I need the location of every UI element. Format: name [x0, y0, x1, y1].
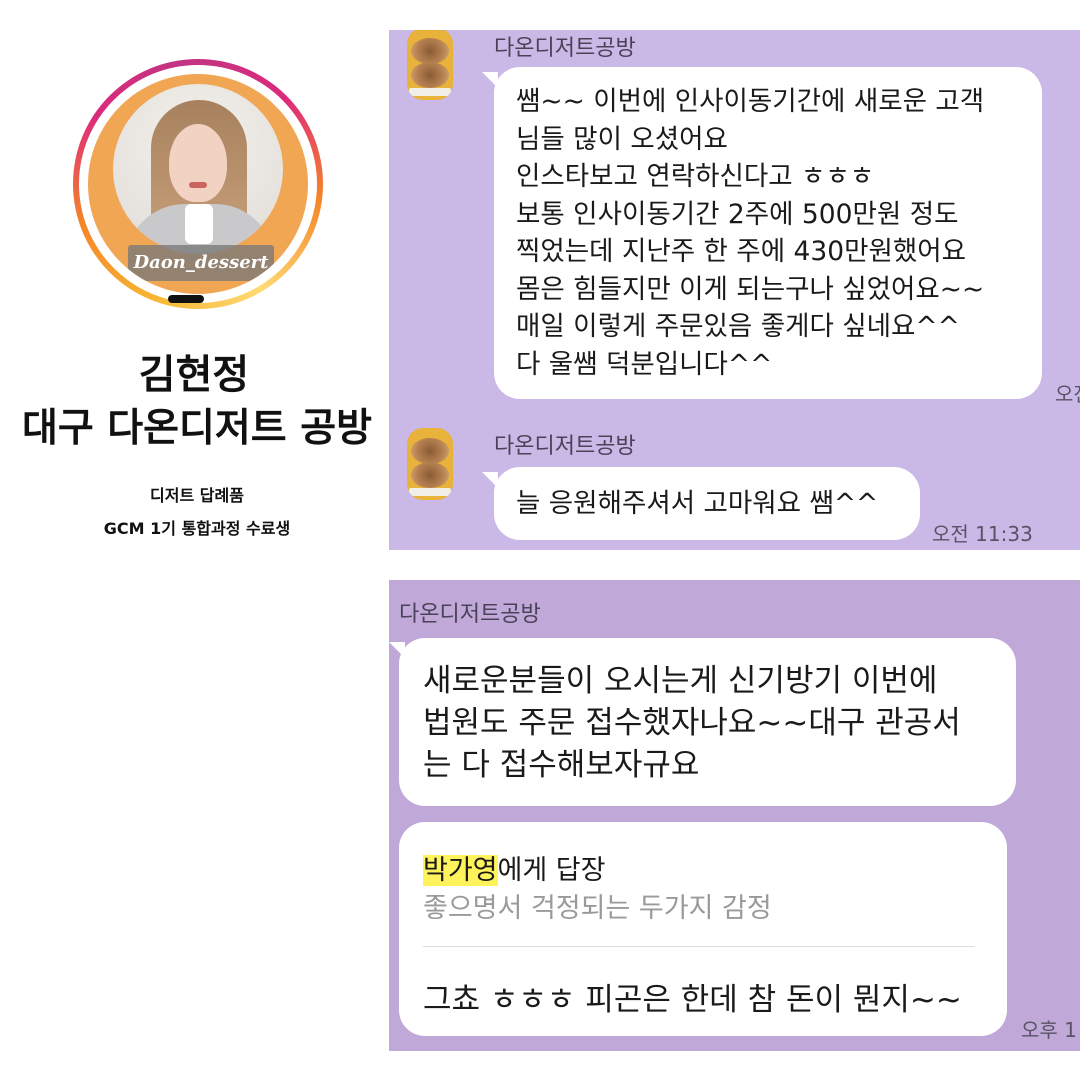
sender-avatar[interactable] — [407, 428, 453, 500]
message-bubble[interactable]: 늘 응원해주셔서 고마워요 쌤^^ — [494, 467, 920, 540]
reply-quoted-message[interactable]: 좋으명서 걱정되는 두가지 감정 — [423, 886, 772, 925]
reply-target-suffix: 에게 답장 — [497, 855, 606, 886]
profile-photo — [113, 84, 283, 254]
profile-avatar[interactable]: Daon_dessert — [88, 74, 308, 294]
chat-screenshot-1: 다온디저트공방 쌤~~ 이번에 인사이동기간에 새로운 고객 님들 많이 오셨어… — [389, 30, 1080, 550]
profile-panel: Daon_dessert 김현정 대구 다온디저트 공방 디저트 답례품 GCM… — [0, 0, 388, 1080]
story-ring-gap: Daon_dessert — [79, 65, 317, 303]
sender-name: 다온디저트공방 — [494, 36, 636, 61]
sender-name: 다온디저트공방 — [494, 434, 636, 459]
profile-business: 대구 다온디저트 공방 — [21, 406, 373, 451]
reply-target-name: 박가영 — [423, 855, 498, 886]
profile-course: GCM 1기 통합과정 수료생 — [103, 519, 291, 538]
message-time: 오전 11:33 — [932, 522, 1033, 546]
profile-name: 김현정 — [138, 352, 250, 398]
profile-tagline: 디저트 답례품 — [150, 486, 244, 505]
reply-target: 박가영에게 답장 — [423, 848, 605, 887]
message-time: 오전 — [1055, 382, 1080, 406]
sender-avatar[interactable] — [407, 30, 453, 100]
reply-text: 그쵸 ㅎㅎㅎ 피곤은 한데 참 돈이 뭔지~~ — [423, 982, 962, 1018]
message-time: 오후 1 — [1021, 1018, 1077, 1042]
message-bubble[interactable]: 쌤~~ 이번에 인사이동기간에 새로운 고객 님들 많이 오셨어요 인스타보고 … — [494, 67, 1042, 399]
story-ring[interactable]: Daon_dessert — [73, 59, 323, 309]
reply-bubble[interactable]: 박가영에게 답장 좋으명서 걱정되는 두가지 감정 그쵸 ㅎㅎㅎ 피곤은 한데 … — [399, 822, 1007, 1036]
sender-name: 다온디저트공방 — [399, 602, 541, 627]
avatar-stand — [168, 295, 204, 303]
reply-divider — [423, 946, 975, 947]
message-bubble[interactable]: 새로운분들이 오시는게 신기방기 이번에 법원도 주문 접수했자나요~~대구 관… — [399, 638, 1016, 806]
profile-handle: Daon_dessert — [128, 245, 274, 281]
chat-screenshot-2: 다온디저트공방 새로운분들이 오시는게 신기방기 이번에 법원도 주문 접수했자… — [389, 580, 1080, 1051]
